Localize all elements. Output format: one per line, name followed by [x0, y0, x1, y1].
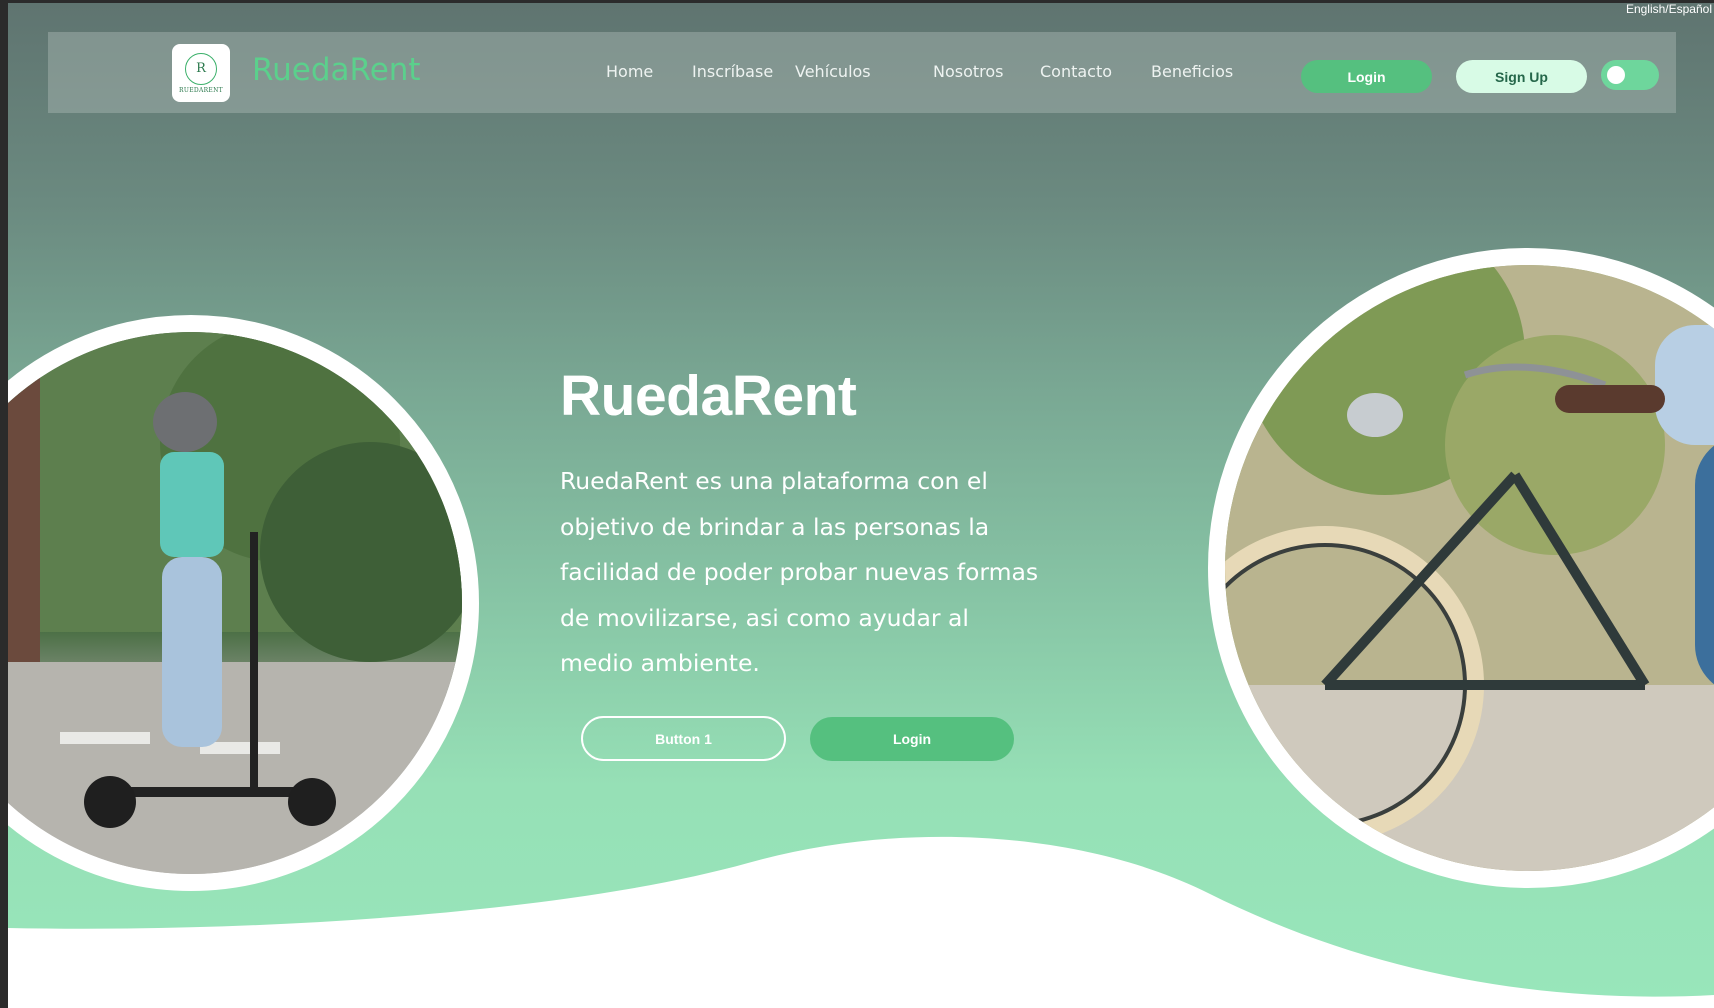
theme-toggle[interactable]: [1601, 60, 1659, 90]
login-button[interactable]: Login: [1301, 60, 1432, 93]
nav-home[interactable]: Home: [606, 62, 653, 81]
nav-beneficios[interactable]: Beneficios: [1151, 62, 1233, 81]
logo-letter: R: [185, 52, 217, 85]
nav-nosotros[interactable]: Nosotros: [933, 62, 1004, 81]
nav-vehiculos[interactable]: Vehículos: [795, 62, 871, 81]
hero-title: RuedaRent: [560, 364, 857, 428]
toggle-knob-icon: [1607, 66, 1625, 84]
logo-subtext: RUEDARENT: [179, 86, 223, 94]
scooter-rider-photo: [8, 315, 479, 891]
language-switch[interactable]: English/Español: [1626, 2, 1712, 16]
hero-login-button[interactable]: Login: [810, 717, 1014, 761]
nav-contacto[interactable]: Contacto: [1040, 62, 1112, 81]
nav-inscribase[interactable]: Inscríbase: [692, 62, 773, 81]
hero-description: RuedaRent es una plataforma con el objet…: [560, 467, 1039, 677]
signup-button[interactable]: Sign Up: [1456, 60, 1587, 93]
hero-button-1[interactable]: Button 1: [581, 716, 786, 761]
bicycle-rider-photo: [1208, 248, 1714, 888]
brand-logo[interactable]: R RUEDARENT: [172, 44, 230, 102]
brand-name[interactable]: RuedaRent: [252, 52, 421, 88]
bottom-wave: [8, 836, 1714, 1008]
top-navbar: R RUEDARENT RuedaRent Home Inscríbase Ve…: [48, 32, 1676, 113]
page-frame: R RUEDARENT RuedaRent Home Inscríbase Ve…: [8, 3, 1714, 1008]
hero-section: RuedaRent RuedaRent es una plataforma co…: [560, 363, 1040, 687]
